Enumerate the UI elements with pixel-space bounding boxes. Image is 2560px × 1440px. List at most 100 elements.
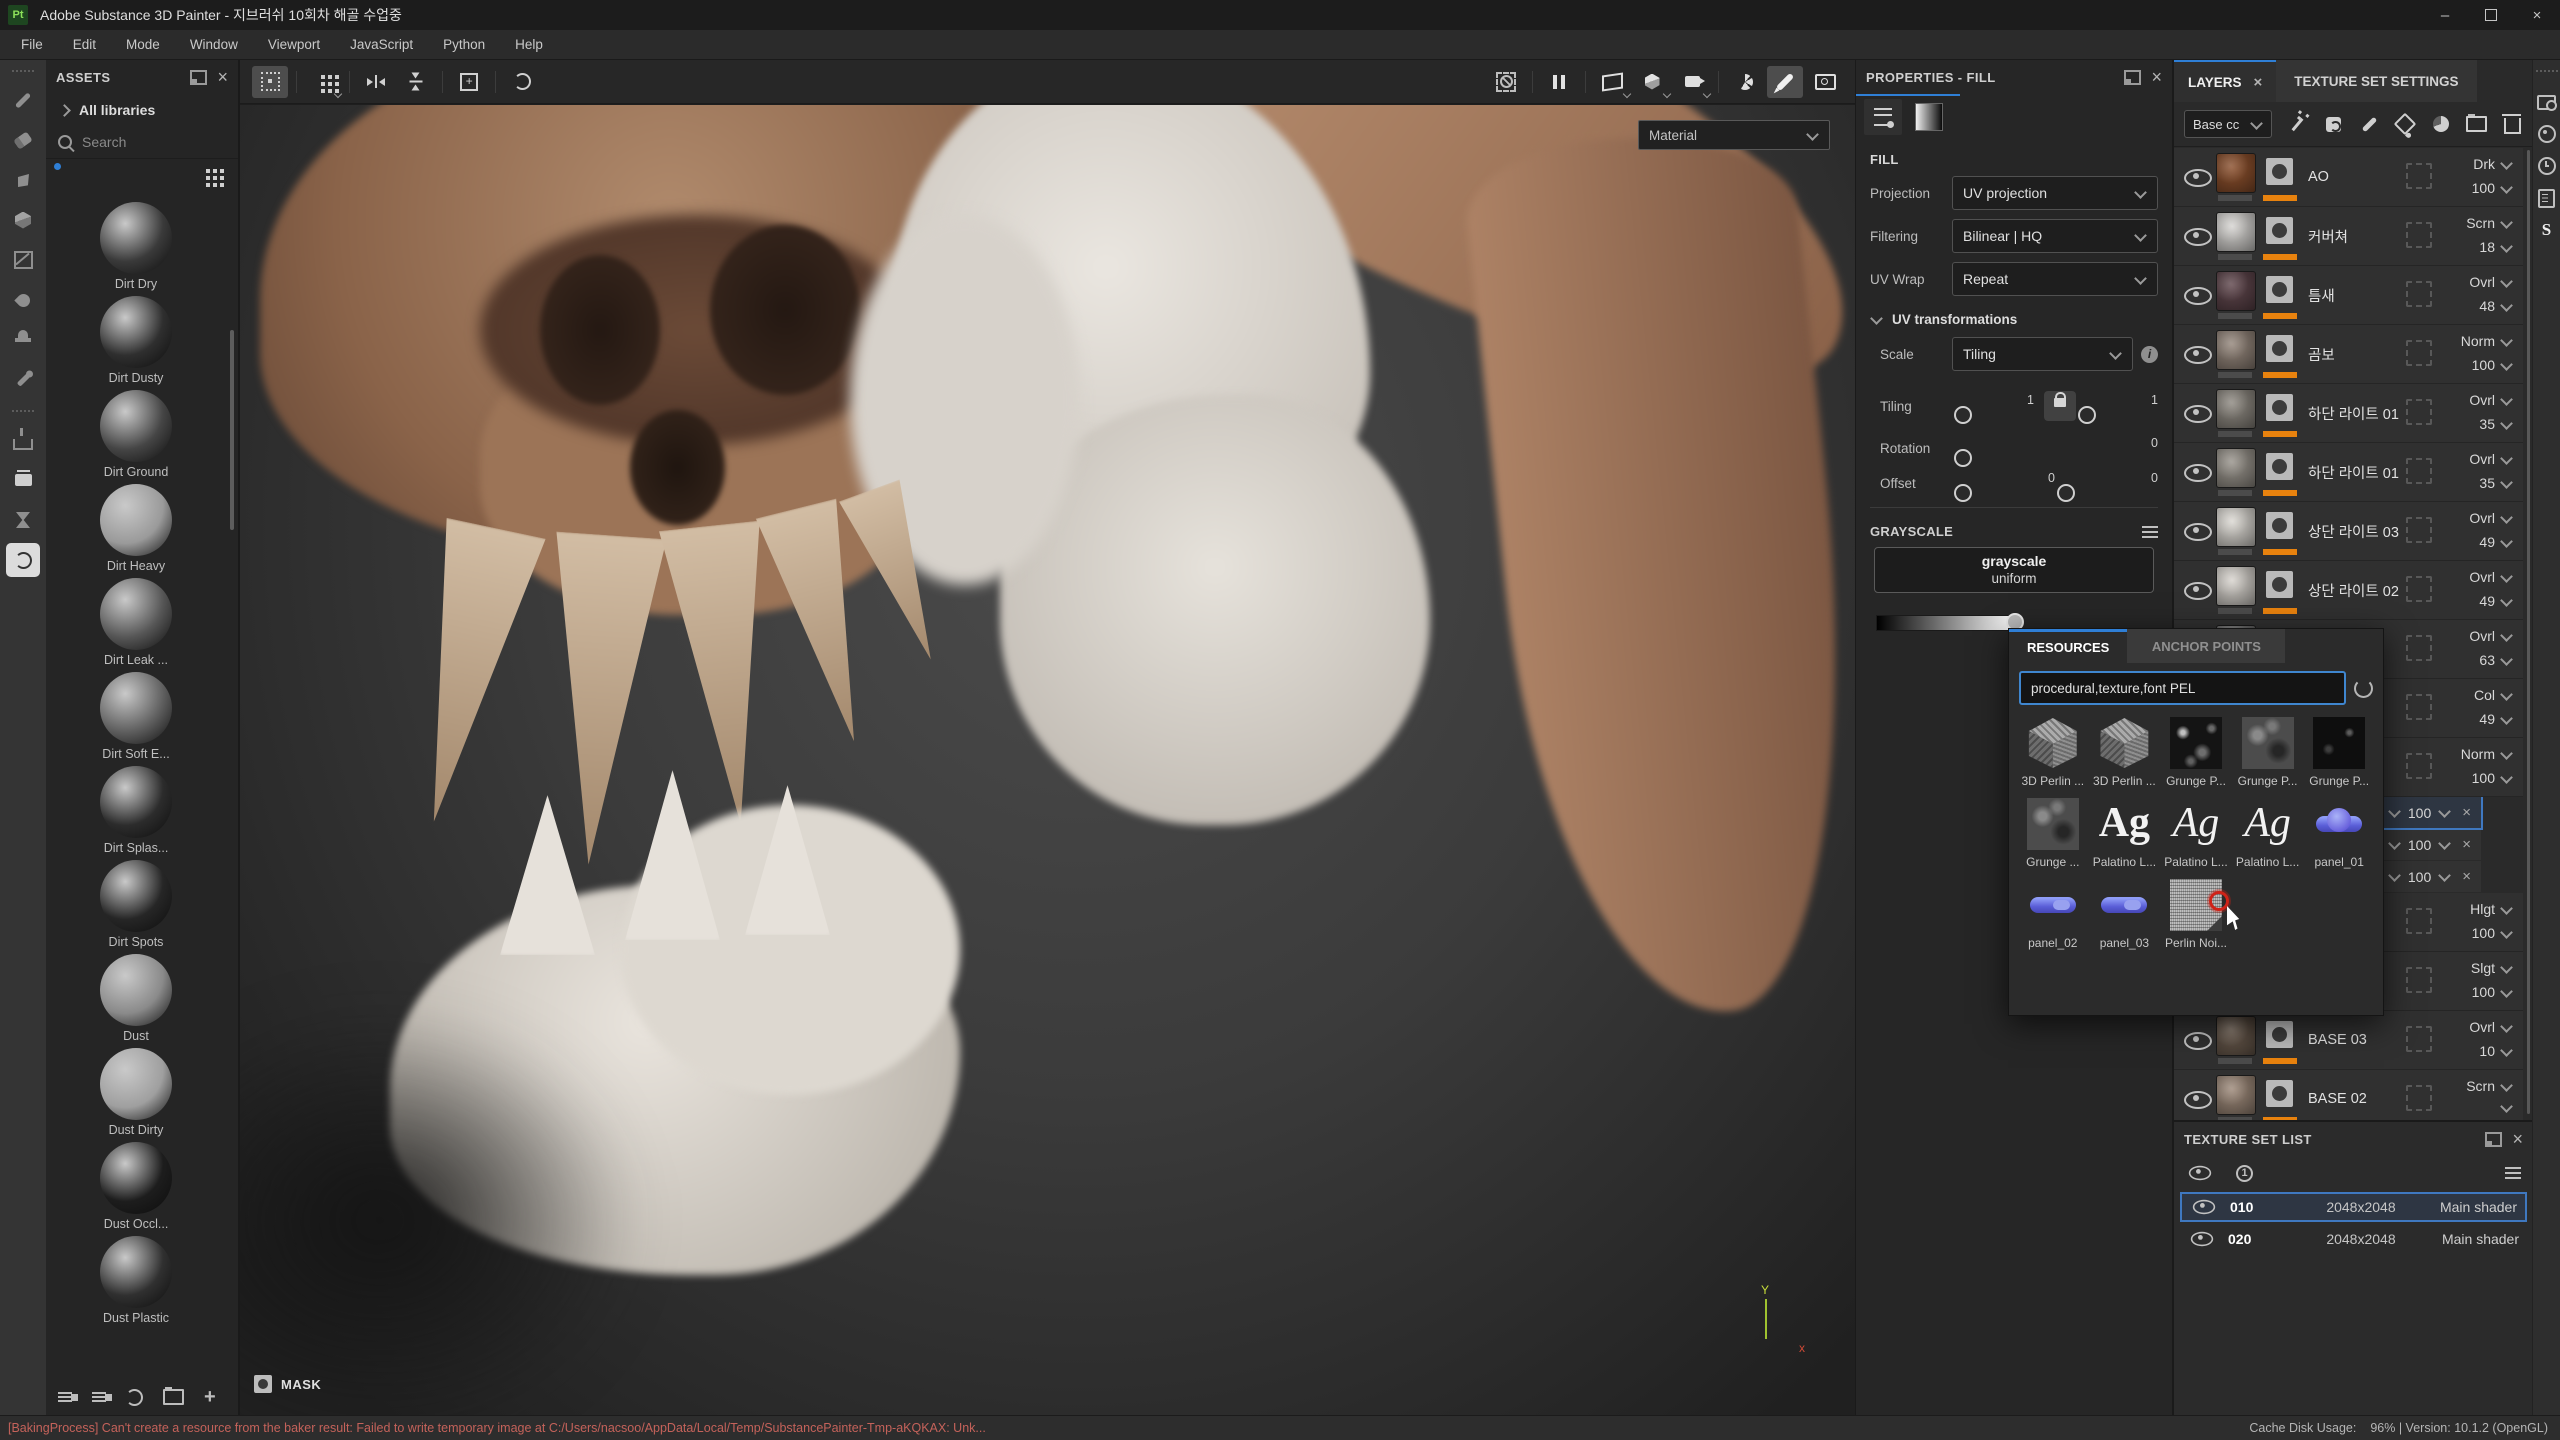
visibility-eye-icon[interactable] (2184, 169, 2212, 187)
tab-resources[interactable]: RESOURCES (2009, 629, 2127, 663)
layer-row[interactable]: 하단 라이트 01 Ovrl 35 (2174, 443, 2523, 502)
assets-scrollbar[interactable] (230, 330, 234, 530)
visibility-eye-icon[interactable] (2184, 464, 2212, 482)
visibility-eye-icon[interactable] (2184, 228, 2212, 246)
menu-item[interactable]: Edit (58, 37, 111, 52)
layer-mask-thumbnail[interactable] (2266, 335, 2293, 362)
filtering-dropdown[interactable]: Bilinear | HQ (1952, 219, 2158, 253)
resource-item[interactable]: Grunge ... (2017, 798, 2089, 869)
visibility-eye-icon[interactable] (2184, 582, 2212, 600)
opacity-dropdown[interactable]: 100 (2472, 925, 2513, 941)
layer-row[interactable]: BASE 03 Ovrl 10 (2174, 1011, 2523, 1070)
export-button[interactable] (6, 423, 40, 457)
effect-opacity-value[interactable]: 100 (2408, 869, 2431, 885)
refresh-icon[interactable] (2354, 679, 2373, 698)
blend-mode-dropdown[interactable]: Ovrl (2469, 274, 2513, 290)
toolbar-grip[interactable] (2536, 70, 2558, 72)
tab-layers[interactable]: LAYERS × (2174, 60, 2276, 102)
blend-mode-dropdown[interactable]: Ovrl (2469, 569, 2513, 585)
opacity-dropdown[interactable]: 100 (2472, 357, 2513, 373)
menu-item[interactable]: Help (500, 37, 558, 52)
resource-item[interactable]: panel_03 (2089, 879, 2161, 950)
tab-grayscale[interactable] (1910, 99, 1948, 135)
add-fill-layer-button[interactable] (2394, 111, 2415, 137)
info-icon[interactable] (2141, 346, 2158, 363)
close-panel-icon[interactable]: × (2151, 68, 2162, 86)
layer-material-thumbnail[interactable] (2216, 1075, 2256, 1115)
layer-material-thumbnail[interactable] (2216, 212, 2256, 252)
resource-item[interactable]: 3D Perlin ... (2017, 717, 2089, 788)
layer-mask-thumbnail[interactable] (2266, 276, 2293, 303)
menu-item[interactable]: Viewport (253, 37, 335, 52)
opacity-dropdown[interactable]: 100 (2472, 984, 2513, 1000)
layer-material-thumbnail[interactable] (2216, 566, 2256, 606)
asset-item[interactable]: Dust Dirty (46, 1048, 226, 1137)
environment-rotation-button[interactable] (1727, 66, 1763, 98)
resource-item[interactable]: 3D Perlin ... (2089, 717, 2161, 788)
layer-row[interactable]: 커버쳐 Scrn 18 (2174, 207, 2523, 266)
minimize-button[interactable]: – (2422, 0, 2468, 30)
asset-item[interactable]: Dust Occl... (46, 1142, 226, 1231)
add-paint-layer-button[interactable] (2359, 111, 2380, 137)
viewport-material-dropdown[interactable]: Material (1638, 120, 1830, 150)
library-selector[interactable]: All libraries (46, 94, 238, 126)
asset-item[interactable]: Dirt Dry (46, 202, 226, 291)
import-list-icon[interactable] (92, 1392, 106, 1394)
menu-item[interactable]: JavaScript (335, 37, 428, 52)
asset-item[interactable]: Dust Plastic (46, 1236, 226, 1325)
layer-mask-thumbnail[interactable] (2266, 453, 2293, 480)
eraser-tool-button[interactable] (6, 123, 40, 157)
blend-mode-dropdown[interactable]: Ovrl (2469, 628, 2513, 644)
slider-knob[interactable] (2057, 484, 2075, 502)
layer-material-thumbnail[interactable] (2216, 330, 2256, 370)
grayscale-value-slider[interactable] (1876, 615, 2016, 631)
geometry-mask-tool-button[interactable] (6, 203, 40, 237)
undock-panel-icon[interactable] (2485, 1132, 2502, 1147)
resource-item[interactable]: panel_01 (2303, 798, 2375, 869)
history-state-button[interactable] (6, 503, 40, 537)
close-panel-icon[interactable]: × (217, 68, 228, 86)
uv-transformations-header[interactable]: UV transformations (1870, 312, 2158, 327)
toolbar-grip[interactable] (12, 70, 34, 72)
scale-dropdown[interactable]: Tiling (1952, 337, 2133, 371)
layer-mask-thumbnail[interactable] (2266, 158, 2293, 185)
asset-item[interactable]: Dirt Ground (46, 390, 226, 479)
pause-engine-button[interactable] (1541, 66, 1577, 98)
blend-mode-dropdown[interactable]: Slgt (2471, 960, 2513, 976)
layer-mask-thumbnail[interactable] (2266, 1021, 2293, 1048)
blend-mode-dropdown[interactable]: Hlgt (2470, 901, 2513, 917)
symmetry-pivot-button[interactable] (451, 66, 487, 98)
effect-opacity-value[interactable]: 100 (2408, 805, 2431, 821)
toolbar-grip[interactable] (12, 410, 34, 412)
list-menu-icon[interactable] (2505, 1167, 2521, 1169)
history-button[interactable] (2537, 156, 2557, 176)
layer-material-thumbnail[interactable] (2216, 507, 2256, 547)
menu-item[interactable]: Window (175, 37, 253, 52)
symmetry-y-button[interactable] (398, 66, 434, 98)
remove-effect-icon[interactable]: × (2462, 868, 2471, 885)
paint-tool-button[interactable] (6, 83, 40, 117)
slider-knob[interactable] (1954, 449, 1972, 467)
layer-mask-thumbnail[interactable] (2266, 394, 2293, 421)
layer-row[interactable]: 곰보 Norm 100 (2174, 325, 2523, 384)
import-resources-button[interactable] (6, 463, 40, 497)
resource-item[interactable]: Ag Palatino L... (2232, 798, 2304, 869)
visibility-eye-icon[interactable] (2184, 523, 2212, 541)
undock-panel-icon[interactable] (2124, 70, 2141, 85)
projection-dropdown[interactable]: UV projection (1952, 176, 2158, 210)
layer-row[interactable]: 상단 라이트 02 Ovrl 49 (2174, 561, 2523, 620)
layer-mask-thumbnail[interactable] (2266, 217, 2293, 244)
maximize-button[interactable] (2468, 0, 2514, 30)
layers-scrollbar[interactable] (2527, 150, 2530, 1114)
add-smart-material-button[interactable] (2287, 111, 2308, 137)
asset-item[interactable]: Dirt Spots (46, 860, 226, 949)
assets-search[interactable]: Search (46, 126, 238, 159)
texture-set-row[interactable]: 020 2048x2048 Main shader (2180, 1224, 2527, 1254)
export-list-icon[interactable] (58, 1392, 72, 1394)
resource-item[interactable]: Ag Palatino L... (2160, 798, 2232, 869)
projection-tool-button[interactable] (6, 163, 40, 197)
layer-mask-thumbnail[interactable] (2266, 1080, 2293, 1107)
close-button[interactable]: × (2514, 0, 2560, 30)
screenshot-button[interactable] (1807, 66, 1843, 98)
blend-mode-dropdown[interactable]: Scrn (2466, 215, 2513, 231)
